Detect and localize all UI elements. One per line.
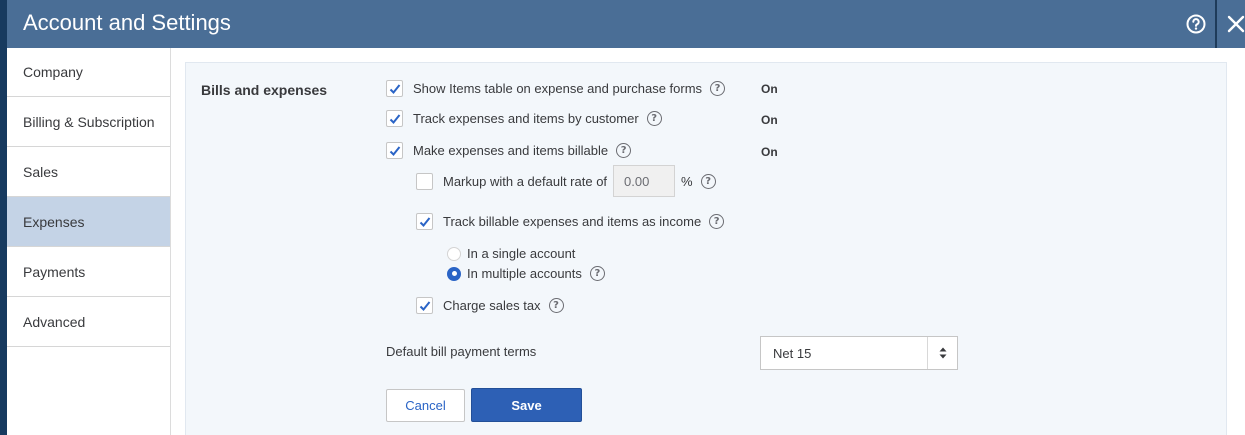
payment-terms-select[interactable]: Net 15	[760, 336, 958, 370]
multiple-accounts-label: In multiple accounts	[467, 266, 582, 281]
make-billable-status: On	[761, 145, 778, 159]
section-title: Bills and expenses	[201, 82, 328, 98]
show-items-table-checkbox[interactable]	[386, 80, 403, 97]
charge-sales-tax-label: Charge sales tax	[443, 298, 541, 313]
sidebar-item-billing-subscription[interactable]: Billing & Subscription	[7, 97, 170, 147]
markup-rate-input[interactable]	[613, 165, 676, 197]
markup-percent-sign: %	[681, 173, 693, 189]
show-items-table-row: Show Items table on expense and purchase…	[386, 80, 726, 97]
sidebar-item-company[interactable]: Company	[7, 48, 170, 97]
make-billable-label: Make expenses and items billable	[413, 143, 609, 158]
sidebar-item-expenses[interactable]: Expenses	[7, 197, 170, 247]
help-icon[interactable]: ?	[709, 214, 725, 229]
checkmark-icon	[389, 83, 400, 94]
track-as-income-row: Track billable expenses and items as inc…	[416, 213, 725, 230]
show-items-table-label: Show Items table on expense and purchase…	[413, 81, 703, 96]
help-circle-icon	[1186, 14, 1206, 34]
help-icon[interactable]: ?	[710, 81, 726, 96]
charge-sales-tax-checkbox[interactable]	[416, 297, 433, 314]
single-account-radio[interactable]	[447, 246, 461, 261]
markup-row: Markup with a default rate of % ?	[416, 165, 716, 197]
help-icon[interactable]: ?	[616, 143, 632, 158]
help-icon[interactable]: ?	[548, 298, 564, 313]
window-title: Account and Settings	[23, 10, 231, 35]
payment-terms-row: Default bill payment terms	[386, 344, 536, 359]
single-account-row: In a single account	[447, 246, 575, 261]
track-by-customer-label: Track expenses and items by customer	[413, 111, 639, 126]
settings-sidebar: Company Billing & Subscription Sales Exp…	[7, 48, 171, 435]
titlebar-separator	[1215, 0, 1217, 48]
window-border	[0, 48, 7, 435]
payment-terms-label: Default bill payment terms	[386, 344, 537, 359]
sidebar-item-sales[interactable]: Sales	[7, 147, 170, 197]
make-billable-checkbox[interactable]	[386, 142, 403, 159]
select-arrows-icon	[927, 337, 957, 369]
close-icon	[1227, 15, 1244, 33]
help-icon[interactable]: ?	[646, 111, 662, 126]
cancel-button[interactable]: Cancel	[386, 389, 465, 422]
markup-label: Markup with a default rate of	[443, 173, 608, 189]
settings-panel	[185, 62, 1227, 435]
track-by-customer-status: On	[761, 113, 778, 127]
show-items-table-status: On	[761, 82, 778, 96]
track-by-customer-row: Track expenses and items by customer ?	[386, 110, 662, 127]
single-account-label: In a single account	[467, 246, 576, 261]
window-titlebar: Account and Settings	[0, 0, 1245, 48]
help-button[interactable]	[1177, 0, 1215, 48]
checkmark-icon	[389, 113, 400, 124]
save-button[interactable]: Save	[471, 388, 582, 422]
make-billable-row: Make expenses and items billable ?	[386, 142, 632, 159]
multiple-accounts-row: In multiple accounts ?	[447, 266, 605, 281]
sidebar-item-advanced[interactable]: Advanced	[7, 297, 170, 347]
sidebar-item-payments[interactable]: Payments	[7, 247, 170, 297]
checkmark-icon	[419, 216, 430, 227]
payment-terms-value: Net 15	[773, 345, 812, 361]
track-as-income-label: Track billable expenses and items as inc…	[443, 214, 702, 229]
track-by-customer-checkbox[interactable]	[386, 110, 403, 127]
markup-checkbox[interactable]	[416, 172, 433, 190]
multiple-accounts-radio[interactable]	[447, 266, 461, 281]
help-icon[interactable]: ?	[700, 173, 716, 189]
help-icon[interactable]: ?	[589, 266, 605, 281]
close-button[interactable]	[1219, 0, 1245, 48]
checkmark-icon	[419, 300, 430, 311]
charge-sales-tax-row: Charge sales tax ?	[416, 297, 564, 314]
checkmark-icon	[389, 145, 400, 156]
track-as-income-checkbox[interactable]	[416, 213, 433, 230]
